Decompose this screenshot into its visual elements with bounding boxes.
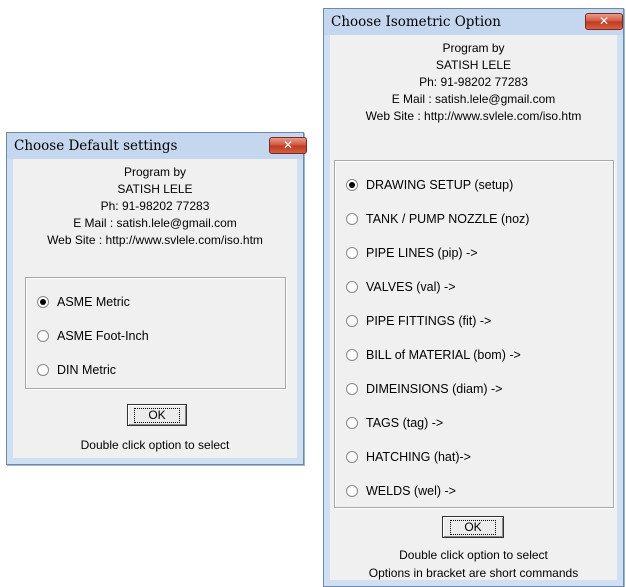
title-bar[interactable]: Choose Isometric Option ✕ [324,9,623,35]
option-label: HATCHING (hat)-> [366,450,471,464]
hint-text-secondary: Options in bracket are short commands [368,566,579,580]
close-icon: ✕ [282,138,294,152]
option-label: DIMEINSIONS (diam) -> [366,382,503,396]
radio-button[interactable] [346,383,358,395]
phone-text: Ph: 91-98202 77283 [100,199,210,213]
author-name: SATISH LELE [435,58,512,72]
radio-button[interactable] [346,281,358,293]
option-label: TAGS (tag) -> [366,416,444,430]
default-settings-dialog: Choose Default settings ✕ Program by SAT… [6,132,307,465]
ok-button[interactable]: OK [442,516,504,538]
ok-label: OK [450,520,496,535]
dialog-title: Choose Default settings [14,138,178,154]
radio-button[interactable] [37,364,49,376]
options-group: ASME Metric ASME Foot-Inch DIN Metric [25,277,286,389]
option-label: ASME Foot-Inch [57,329,149,343]
option-label: WELDS (wel) -> [366,484,456,498]
option-label: TANK / PUMP NOZZLE (noz) [366,212,530,226]
author-name: SATISH LELE [117,182,193,196]
option-label: PIPE FITTINGS (fit) -> [366,314,492,328]
credits-line: Program by [123,165,187,179]
ok-button[interactable]: OK [127,404,187,426]
dialog-body: Program by SATISH LELE Ph: 91-98202 7728… [13,159,297,458]
radio-button[interactable] [37,330,49,342]
credits-line: Program by [442,41,505,55]
radio-button[interactable] [346,451,358,463]
email-text: E Mail : satish.lele@gmail.com [391,92,556,106]
website-text: Web Site : http://www.svlele.com/iso.htm [47,233,263,247]
close-button[interactable]: ✕ [269,137,307,154]
isometric-option-dialog: Choose Isometric Option ✕ Program by SAT… [323,8,624,587]
hint-text: Double click option to select [399,548,548,562]
option-label: DRAWING SETUP (setup) [366,178,514,192]
hint-text: Double click option to select [80,438,230,452]
radio-button[interactable] [346,417,358,429]
dialog-body: Program by SATISH LELE Ph: 91-98202 7728… [330,35,617,580]
option-label: VALVES (val) -> [366,280,456,294]
email-text: E Mail : satish.lele@gmail.com [73,216,237,230]
ok-label: OK [134,408,180,423]
website-text: Web Site : http://www.svlele.com/iso.htm [365,109,582,123]
dialog-title: Choose Isometric Option [331,14,501,30]
radio-button[interactable] [346,315,358,327]
radio-button[interactable] [346,485,358,497]
radio-button[interactable] [346,349,358,361]
option-label: BILL of MATERIAL (bom) -> [366,348,521,362]
radio-button[interactable] [346,179,358,191]
close-button[interactable]: ✕ [585,13,623,30]
phone-text: Ph: 91-98202 77283 [419,75,528,89]
close-icon: ✕ [598,14,610,28]
option-label: PIPE LINES (pip) -> [366,246,478,260]
credits-block: Program by SATISH LELE Ph: 91-98202 7728… [13,164,297,249]
option-label: ASME Metric [57,295,130,309]
options-group: DRAWING SETUP (setup) TANK / PUMP NOZZLE… [334,160,614,508]
credits-block: Program by SATISH LELE Ph: 91-98202 7728… [330,40,617,125]
option-label: DIN Metric [57,363,117,377]
radio-button[interactable] [346,247,358,259]
radio-button[interactable] [37,296,49,308]
radio-button[interactable] [346,213,358,225]
title-bar[interactable]: Choose Default settings ✕ [7,133,307,159]
